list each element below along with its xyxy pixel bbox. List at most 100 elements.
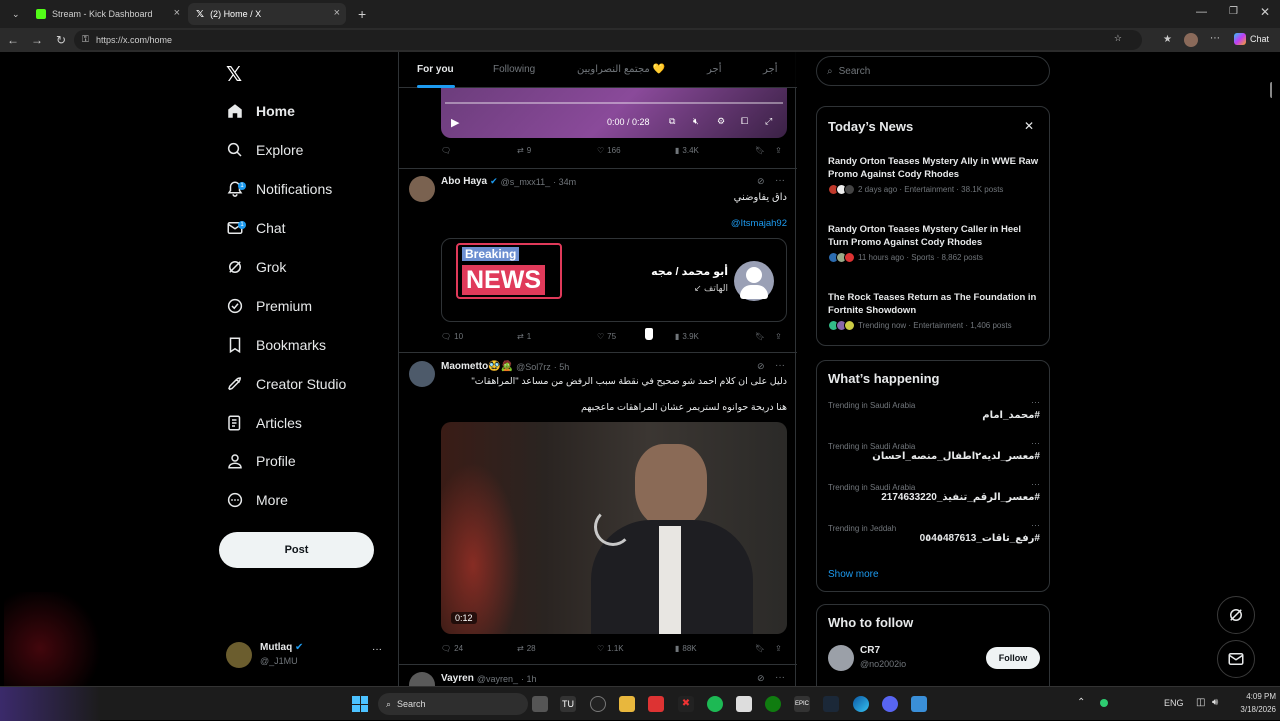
- post-button[interactable]: Post: [219, 532, 374, 568]
- restore-icon[interactable]: ❐: [1229, 6, 1238, 17]
- share-button[interactable]: ⇪: [775, 644, 782, 653]
- tab-community-ajr-1[interactable]: أجر: [707, 64, 721, 75]
- app-icon[interactable]: [911, 696, 927, 712]
- follow-suggestion[interactable]: CR7 @no2002io Follow: [828, 645, 1040, 675]
- tab-following[interactable]: Following: [493, 64, 535, 75]
- spotify-icon[interactable]: [707, 696, 723, 712]
- steam-icon[interactable]: [823, 696, 839, 712]
- news-item[interactable]: Randy Orton Teases Mystery Caller in Hee…: [828, 223, 1040, 263]
- task-view-icon[interactable]: [532, 696, 548, 712]
- back-icon[interactable]: ←: [5, 32, 21, 48]
- like-button[interactable]: ♡ 75: [597, 332, 616, 341]
- reply-button[interactable]: 🗨︎: [441, 146, 454, 155]
- search-input[interactable]: ⌕ Search: [816, 56, 1050, 86]
- trend-item[interactable]: Trending in Saudi Arabia ··· #معسر_الرقم…: [828, 479, 1040, 503]
- trend-more-icon[interactable]: ···: [1031, 520, 1040, 530]
- forward-icon[interactable]: →: [29, 32, 45, 48]
- tweet-author-name[interactable]: Maometto🥸🧟: [441, 361, 513, 372]
- file-explorer-icon[interactable]: [619, 696, 635, 712]
- sidebar-item-articles[interactable]: Articles: [226, 408, 302, 438]
- fullscreen-icon[interactable]: ⤢: [765, 116, 772, 127]
- bookmark-button[interactable]: 🔖︎: [755, 146, 765, 155]
- repost-button[interactable]: ⇄ 28: [517, 644, 536, 653]
- app-icon[interactable]: [590, 696, 606, 712]
- favorite-icon[interactable]: ☆: [1114, 33, 1122, 44]
- app-icon[interactable]: ✖: [678, 696, 694, 712]
- app-icon[interactable]: TU: [560, 696, 576, 712]
- close-tab-icon[interactable]: ×: [174, 7, 180, 19]
- video-player[interactable]: 0:12: [441, 422, 787, 634]
- x-logo-icon[interactable]: 𝕏: [226, 62, 242, 87]
- copilot-button[interactable]: Chat: [1234, 33, 1269, 45]
- account-more-icon[interactable]: ···: [372, 644, 382, 655]
- avatar[interactable]: [409, 361, 435, 387]
- language-indicator[interactable]: ENG: [1164, 698, 1184, 708]
- settings-more-icon[interactable]: ⋯: [1210, 33, 1220, 44]
- network-icon[interactable]: ◫: [1196, 697, 1205, 708]
- sidebar-item-bookmarks[interactable]: Bookmarks: [226, 330, 326, 360]
- profile-avatar[interactable]: [1184, 33, 1198, 47]
- tweet-author-handle[interactable]: @s_mxx11_: [501, 177, 551, 187]
- trend-more-icon[interactable]: ···: [1031, 397, 1040, 407]
- grok-icon[interactable]: ⊘: [757, 673, 765, 684]
- play-icon[interactable]: ▶: [451, 116, 459, 129]
- tray-status-icon[interactable]: [1100, 699, 1108, 707]
- tweet-author-name[interactable]: Vayren: [441, 673, 474, 684]
- tab-for-you[interactable]: For you: [417, 64, 454, 75]
- sidebar-item-grok[interactable]: Grok: [226, 252, 286, 282]
- tab-x-home[interactable]: 𝕏 (2) Home / X ×: [188, 3, 346, 25]
- sidebar-item-notifications[interactable]: 1 Notifications: [226, 174, 332, 204]
- volume-icon[interactable]: 🔊︎: [1212, 697, 1218, 708]
- grok-icon[interactable]: ⊘: [757, 361, 765, 372]
- tab-community-ajr-2[interactable]: أجر: [763, 64, 777, 75]
- trend-item[interactable]: Trending in Saudi Arabia ··· #محمد_امام: [828, 397, 1040, 421]
- tab-community-nassr[interactable]: مجتمع النصراويين 💛: [577, 64, 665, 75]
- site-info-icon[interactable]: ⚿: [82, 34, 89, 45]
- xbox-icon[interactable]: [765, 696, 781, 712]
- epic-games-icon[interactable]: EPIC: [794, 696, 810, 712]
- grok-icon[interactable]: ⊘: [757, 176, 765, 187]
- sidebar-item-chat[interactable]: 1 Chat: [226, 213, 286, 243]
- tweet-more-icon[interactable]: ···: [775, 672, 785, 683]
- trend-more-icon[interactable]: ···: [1031, 479, 1040, 489]
- minimize-icon[interactable]: —: [1196, 6, 1207, 18]
- sidebar-item-explore[interactable]: Explore: [226, 135, 303, 165]
- sidebar-item-creator-studio[interactable]: Creator Studio: [226, 369, 346, 399]
- views-button[interactable]: ▮ 3.9K: [675, 332, 699, 341]
- favorites-bar-icon[interactable]: ★: [1163, 34, 1172, 45]
- widgets-button[interactable]: [0, 687, 100, 721]
- close-window-icon[interactable]: ✕: [1260, 5, 1270, 19]
- tab-kick-dashboard[interactable]: Stream - Kick Dashboard ×: [28, 3, 186, 25]
- edge-icon[interactable]: [853, 696, 869, 712]
- news-item[interactable]: Randy Orton Teases Mystery Ally in WWE R…: [828, 155, 1040, 195]
- tab-list-button[interactable]: ⌄: [4, 3, 22, 25]
- tweet-author-name[interactable]: Abo Haya: [441, 176, 487, 187]
- avatar[interactable]: [409, 672, 435, 686]
- bookmark-button[interactable]: 🔖︎: [755, 644, 765, 653]
- news-item[interactable]: The Rock Teases Return as The Foundation…: [828, 291, 1040, 331]
- share-button[interactable]: ⇪: [775, 332, 782, 341]
- new-tab-button[interactable]: +: [350, 3, 368, 25]
- show-more-link[interactable]: Show more: [828, 569, 879, 580]
- pip-icon[interactable]: ⧠: [741, 116, 748, 127]
- quoted-card[interactable]: Breaking NEWS أبو محمد / مجه الهاتف ↙: [441, 238, 787, 322]
- mute-icon[interactable]: 🔇︎: [693, 116, 699, 127]
- views-button[interactable]: ▮ 3.4K: [675, 146, 699, 155]
- trend-item[interactable]: Trending in Saudi Arabia ··· #معسر_لديه٢…: [828, 438, 1040, 462]
- taskbar-search[interactable]: ⌕ Search: [378, 693, 528, 715]
- sidebar-item-more[interactable]: More: [226, 485, 288, 515]
- sidebar-item-home[interactable]: Home: [226, 96, 295, 126]
- close-tab-icon[interactable]: ×: [334, 7, 340, 19]
- account-switcher[interactable]: Mutlaq ✔ @_J1MU ···: [226, 640, 386, 672]
- tweet-author-handle[interactable]: @vayren_: [477, 674, 518, 684]
- start-icon[interactable]: [352, 696, 368, 712]
- reply-button[interactable]: 🗨︎ 10: [441, 332, 463, 341]
- tweet-time[interactable]: · 5h: [554, 362, 570, 372]
- store-icon[interactable]: [736, 696, 752, 712]
- tray-overflow-icon[interactable]: ⌃: [1077, 697, 1085, 708]
- tweet-more-icon[interactable]: ···: [775, 175, 785, 186]
- close-icon[interactable]: ✕: [1024, 119, 1034, 133]
- trend-more-icon[interactable]: ···: [1031, 438, 1040, 448]
- tweet-author-handle[interactable]: @Sol7rz: [516, 362, 551, 372]
- like-button[interactable]: ♡ 1.1K: [597, 644, 624, 653]
